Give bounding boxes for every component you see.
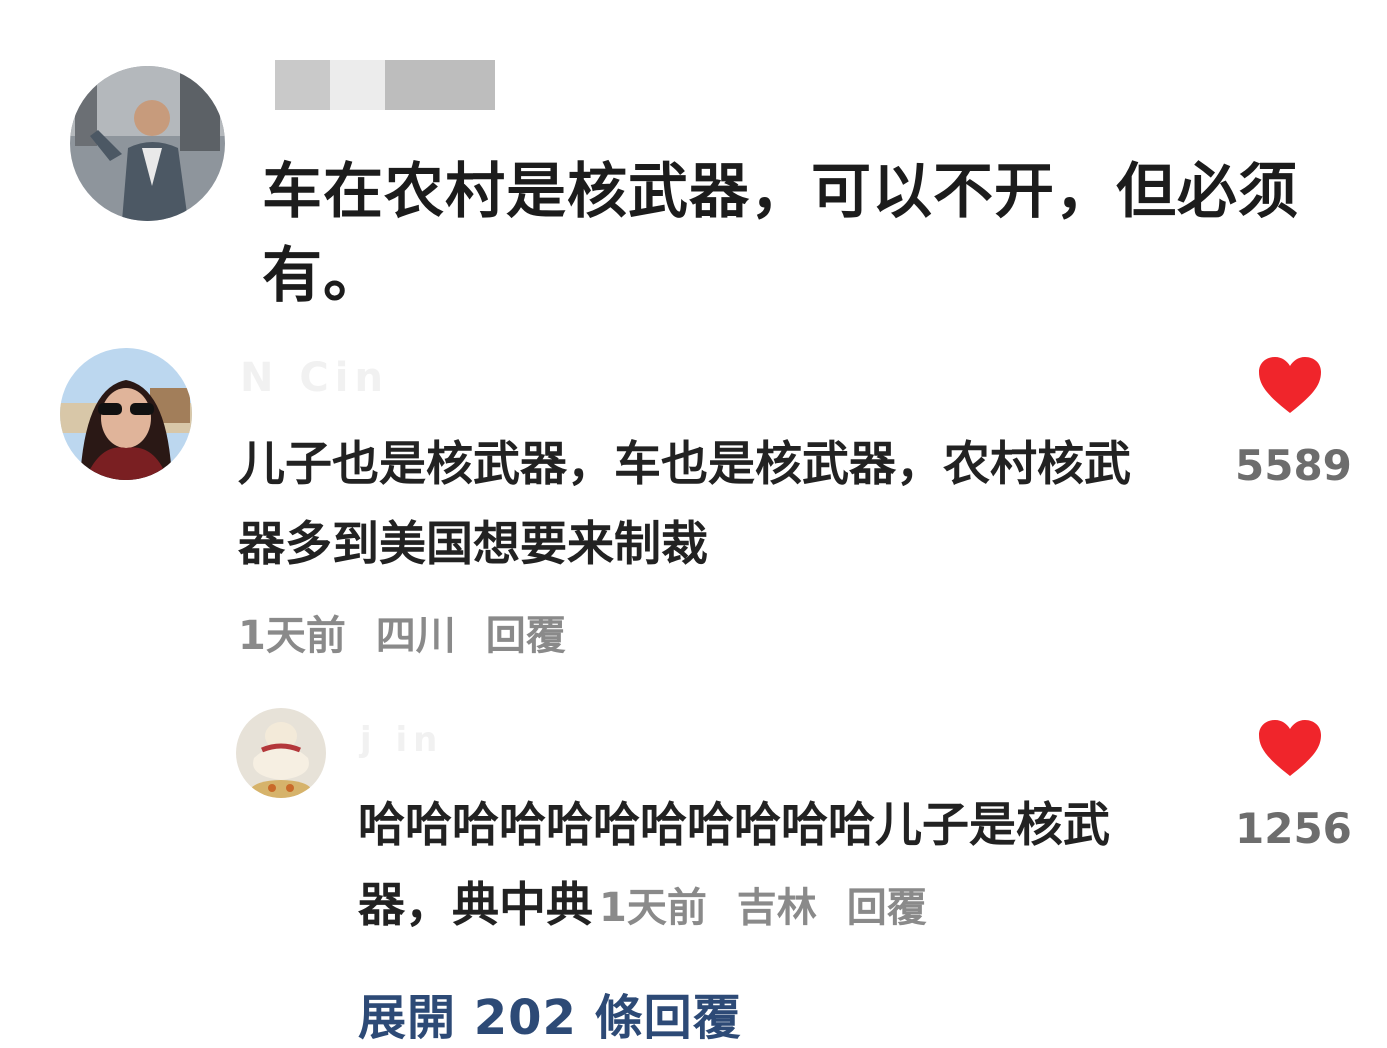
reply-button[interactable]: 回覆 [486, 613, 566, 659]
comment-time: 1天前 [238, 613, 346, 659]
comment-meta: 1天前 四川 回覆 [238, 603, 582, 661]
expand-replies-link[interactable]: 展開 202 條回覆 [358, 978, 742, 1048]
reply-location: 吉林 [736, 885, 817, 931]
commenter-avatar[interactable] [60, 348, 192, 480]
commenter-username[interactable]: N Cin [240, 355, 389, 401]
comment-text: 儿子也是核武器，车也是核武器，农村核武器多到美国想要来制裁 [238, 437, 1131, 572]
heart-icon [1259, 720, 1321, 776]
reply-meta: 1天前 吉林 回覆 [599, 885, 943, 931]
post-author-avatar[interactable] [70, 66, 225, 221]
heart-icon [1259, 357, 1321, 413]
comment-location: 四川 [375, 613, 456, 659]
replier-avatar[interactable] [236, 708, 326, 798]
replier-username[interactable]: j in [360, 720, 443, 760]
reply-text-block: 哈哈哈哈哈哈哈哈哈哈哈儿子是核武器，典中典 1天前 吉林 回覆 [358, 786, 1178, 948]
post-author-name-blurred [275, 60, 495, 110]
avatar-image [60, 348, 192, 480]
like-button[interactable]: 1256 [1235, 718, 1352, 853]
reply-button[interactable]: 回覆 [847, 885, 927, 931]
like-button[interactable]: 5589 [1235, 355, 1352, 490]
avatar-image [70, 66, 225, 221]
like-count: 1256 [1235, 804, 1352, 853]
post-text: 车在农村是核武器，可以不开，但必须有。 [262, 157, 1299, 311]
avatar-image [236, 708, 326, 798]
like-count: 5589 [1235, 441, 1352, 490]
reply-time: 1天前 [599, 885, 707, 931]
